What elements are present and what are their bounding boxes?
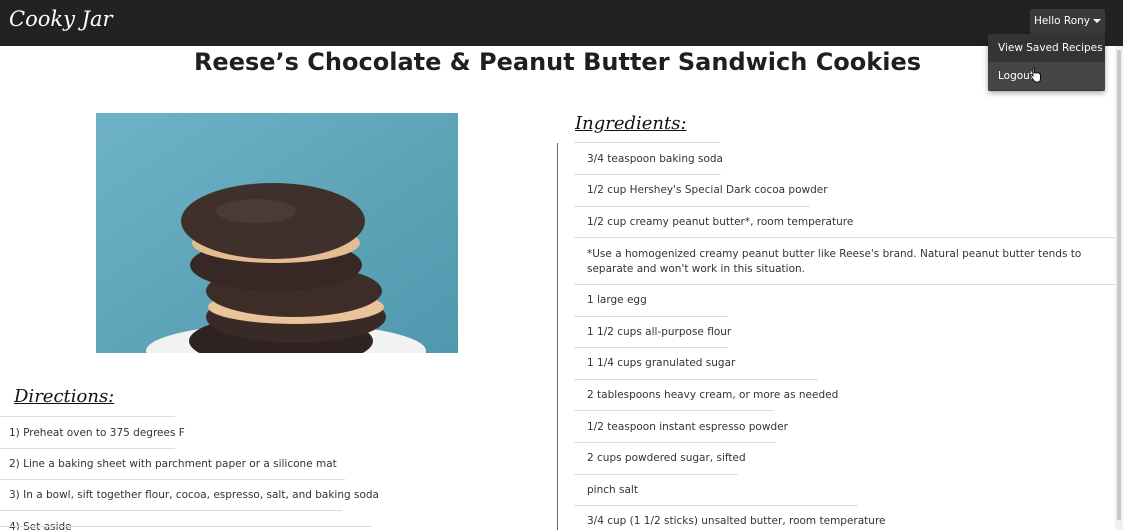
ingredient-item: 2 cups powdered sugar, sifted: [587, 452, 746, 464]
direction-step: 1) Preheat oven to 375 degrees F: [9, 427, 185, 439]
direction-step: 4) Set aside: [9, 521, 72, 530]
ingredient-item: 1 1/2 cups all-purpose flour: [587, 326, 732, 338]
ingredient-item: 3/4 cup (1 1/2 sticks) unsalted butter, …: [587, 515, 886, 527]
row-divider: [0, 448, 175, 449]
directions-divider: [0, 416, 175, 417]
row-divider: [574, 474, 738, 475]
direction-step: 2) Line a baking sheet with parchment pa…: [9, 458, 337, 470]
ingredients-divider: [574, 142, 720, 143]
directions-heading: Directions:: [14, 386, 115, 407]
direction-step: 3) In a bowl, sift together flour, cocoa…: [9, 489, 379, 501]
page-scrollbar-thumb[interactable]: [1117, 50, 1121, 520]
ingredient-item: 1/2 cup creamy peanut butter*, room temp…: [587, 216, 854, 228]
ingredient-item: 1 large egg: [587, 294, 647, 306]
ingredient-item: 3/4 teaspoon baking soda: [587, 153, 723, 165]
row-divider: [574, 237, 1115, 238]
row-divider: [0, 510, 342, 511]
user-menu-toggle[interactable]: Hello Rony: [1030, 9, 1105, 34]
row-divider: [574, 174, 721, 175]
row-divider: [574, 316, 728, 317]
ingredient-item: 2 tablespoons heavy cream, or more as ne…: [587, 389, 839, 401]
brand-logo[interactable]: Cooky Jar: [9, 7, 113, 31]
row-divider: [574, 347, 728, 348]
column-divider: [557, 143, 558, 530]
row-divider: [574, 379, 818, 380]
recipe-photo: [96, 113, 458, 353]
caret-down-icon: [1093, 19, 1102, 23]
ingredient-item: 1/2 cup Hershey's Special Dark cocoa pow…: [587, 184, 828, 196]
row-divider: [574, 410, 774, 411]
row-divider: [574, 206, 810, 207]
row-divider: [0, 479, 345, 480]
ingredient-item: 1/2 teaspoon instant espresso powder: [587, 421, 788, 433]
navbar: Cooky Jar Hello Rony: [0, 0, 1123, 46]
ingredient-item: pinch salt: [587, 484, 638, 496]
row-divider: [574, 284, 1115, 285]
recipe-title: Reese’s Chocolate & Peanut Butter Sandwi…: [193, 48, 922, 76]
ingredients-heading: Ingredients:: [575, 113, 687, 134]
row-divider: [574, 442, 776, 443]
row-divider: [574, 505, 858, 506]
row-divider: [0, 526, 372, 527]
ingredient-item: 1 1/4 cups granulated sugar: [587, 357, 736, 369]
user-menu-label: Hello Rony: [1033, 15, 1091, 27]
ingredient-note: *Use a homogenized creamy peanut butter …: [587, 248, 1082, 275]
